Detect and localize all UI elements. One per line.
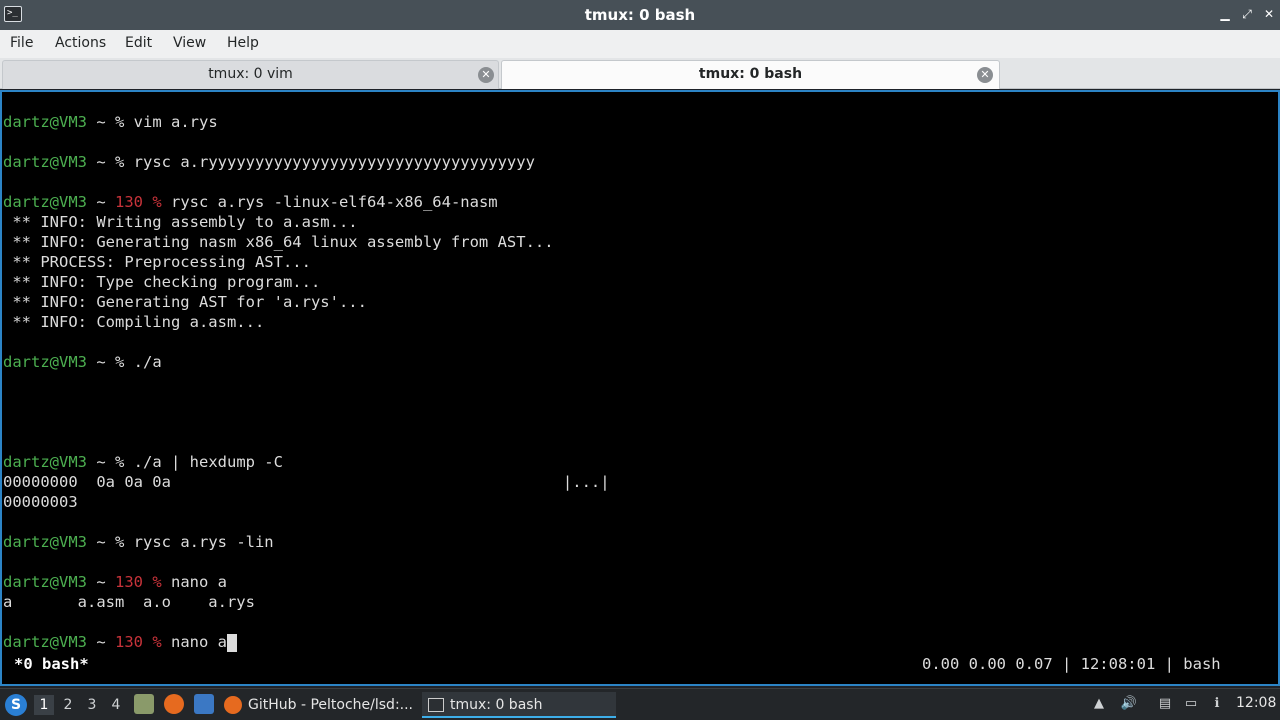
workspace-1[interactable]: 1 <box>34 695 54 715</box>
show-desktop-icon[interactable] <box>194 694 214 714</box>
taskbar: S 1 2 3 4 GitHub - Peltoche/lsd:... tmux… <box>0 688 1280 720</box>
firefox-icon <box>224 696 242 714</box>
terminal-icon <box>428 698 444 712</box>
terminal-line: dartz@VM3 ~ 130 % rysc a.rys -linux-elf6… <box>3 193 498 211</box>
terminal-line: dartz@VM3 ~ % ./a | hexdump -C <box>3 453 283 471</box>
terminal-line: ** PROCESS: Preprocessing AST... <box>3 253 311 271</box>
window-title: tmux: 0 bash <box>584 6 696 24</box>
tab-label: tmux: 0 bash <box>698 66 803 82</box>
terminal-line: dartz@VM3 ~ 130 % nano a <box>3 573 227 591</box>
terminal-view[interactable]: dartz@VM3 ~ % vim a.rys dartz@VM3 ~ % ry… <box>0 90 1280 686</box>
menu-view[interactable]: View <box>173 35 206 51</box>
terminal-line: ** INFO: Type checking program... <box>3 273 321 291</box>
window-titlebar[interactable]: >_ tmux: 0 bash ▁ ⤢ ✕ <box>0 0 1280 30</box>
tmux-window-list: *0 bash* <box>14 655 89 673</box>
app-menu-icon[interactable]: S <box>5 694 27 716</box>
tab-label: tmux: 0 vim <box>208 66 293 82</box>
text-cursor <box>227 633 237 652</box>
terminal-line: dartz@VM3 ~ % vim a.rys <box>3 113 218 131</box>
menu-file[interactable]: File <box>10 35 33 51</box>
terminal-line: dartz@VM3 ~ % ./a <box>3 353 162 371</box>
terminal-line: ** INFO: Generating nasm x86_64 linux as… <box>3 233 554 251</box>
workspace-3[interactable]: 3 <box>82 695 102 715</box>
tab-bar: tmux: 0 vim ✕ tmux: 0 bash ✕ <box>0 58 1280 89</box>
terminal-line: dartz@VM3 ~ % rysc a.rys -lin <box>3 533 274 551</box>
menu-edit[interactable]: Edit <box>125 35 152 51</box>
menu-actions[interactable]: Actions <box>55 35 106 51</box>
tab-vim[interactable]: tmux: 0 vim ✕ <box>2 60 499 89</box>
terminal-input-line[interactable]: dartz@VM3 ~ 130 % nano a <box>3 632 237 652</box>
workspace-4[interactable]: 4 <box>106 695 126 715</box>
tmux-status-info: 0.00 0.00 0.07 | 12:08:01 | bash <box>922 655 1221 673</box>
restore-icon[interactable]: ⤢ <box>1240 7 1254 21</box>
workspace-2[interactable]: 2 <box>58 695 78 715</box>
volume-icon[interactable]: 🔊 <box>1120 695 1138 713</box>
terminal-line: ** INFO: Writing assembly to a.asm... <box>3 213 358 231</box>
network-icon[interactable]: ▭ <box>1182 695 1200 713</box>
terminal-line: ** INFO: Generating AST for 'a.rys'... <box>3 293 367 311</box>
terminal-line: dartz@VM3 ~ % rysc a.ryyyyyyyyyyyyyyyyyy… <box>3 153 535 171</box>
tray-up-arrow-icon[interactable]: ▲ <box>1090 695 1108 713</box>
task-firefox[interactable]: GitHub - Peltoche/lsd:... <box>224 692 414 718</box>
terminal-line: ** INFO: Compiling a.asm... <box>3 313 265 331</box>
firefox-launcher-icon[interactable] <box>164 694 184 714</box>
tab-close-icon[interactable]: ✕ <box>977 67 993 83</box>
terminal-line: a a.asm a.o a.rys <box>3 593 255 611</box>
tab-close-icon[interactable]: ✕ <box>478 67 494 83</box>
minimize-icon[interactable]: ▁ <box>1218 7 1232 21</box>
menu-help[interactable]: Help <box>227 35 259 51</box>
tab-bash[interactable]: tmux: 0 bash ✕ <box>501 60 1000 89</box>
file-manager-icon[interactable] <box>134 694 154 714</box>
close-window-icon[interactable]: ✕ <box>1262 7 1276 21</box>
info-icon[interactable]: ℹ <box>1208 695 1226 713</box>
clipboard-icon[interactable]: ▤ <box>1156 695 1174 713</box>
menu-bar: File Actions Edit View Help <box>0 30 1280 58</box>
terminal-line: 00000000 0a 0a 0a |...| <box>3 473 610 491</box>
clock[interactable]: 12:08 <box>1236 695 1276 711</box>
terminal-line: 00000003 <box>3 493 78 511</box>
task-terminal[interactable]: tmux: 0 bash <box>422 692 616 718</box>
